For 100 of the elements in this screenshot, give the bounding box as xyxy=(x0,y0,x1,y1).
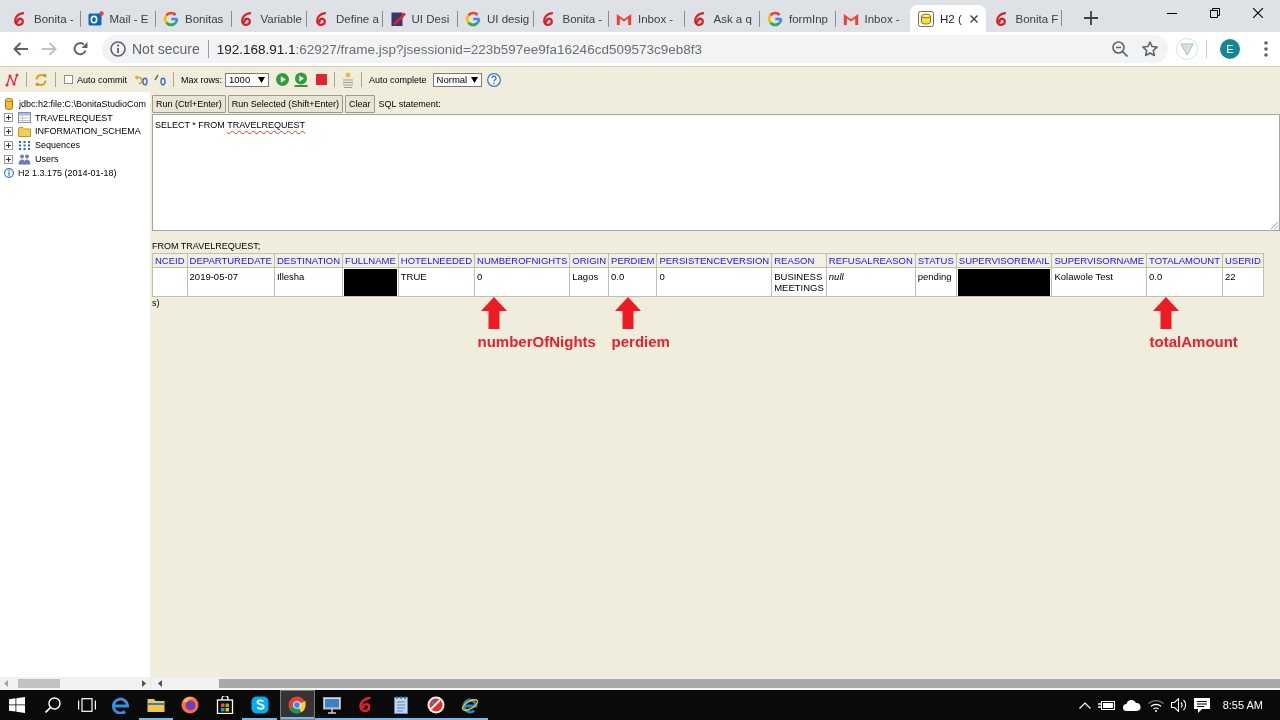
browser-tab[interactable]: UI Desi xyxy=(381,5,457,32)
column-header[interactable]: DEPARTUREDATE xyxy=(187,253,275,268)
clock-text[interactable]: 8:55 AM xyxy=(1222,699,1263,711)
windows-logo-icon[interactable] xyxy=(9,697,25,713)
expand-icon[interactable] xyxy=(4,113,13,123)
battery-icon[interactable] xyxy=(1097,699,1116,711)
search-icon[interactable] xyxy=(45,697,61,713)
up-arrow-icon xyxy=(1152,297,1179,329)
notification-icon[interactable] xyxy=(1193,697,1210,713)
column-header[interactable]: NUMBEROFNIGHTS xyxy=(474,253,570,268)
help-icon[interactable] xyxy=(487,72,502,87)
circle-logo-icon xyxy=(288,696,307,714)
palette-icon xyxy=(426,696,445,714)
address-field[interactable]: Not secure 192.168.91.1:62927/frame.jsp?jsessionid=223b597ee9fa16246cd509573c9eb8f3 xyxy=(102,35,1168,63)
browser-tab[interactable]: Define a xyxy=(306,5,382,32)
browser-tab[interactable]: Ask a q xyxy=(683,5,759,32)
browser-tab[interactable]: Variable xyxy=(230,5,306,32)
browser-tab[interactable]: Inbox - xyxy=(834,5,910,32)
sql-button[interactable]: Run (Ctrl+Enter) xyxy=(152,95,226,113)
resize-grip-icon[interactable] xyxy=(1270,221,1278,229)
browser-tab[interactable]: Inbox - xyxy=(608,5,684,32)
auto-complete-select[interactable]: Normal xyxy=(432,72,483,87)
column-header[interactable]: USERID xyxy=(1222,253,1264,268)
browser-tab[interactable]: Bonita F xyxy=(985,5,1061,32)
volume-icon[interactable] xyxy=(1170,698,1187,712)
curved-arrow-icon[interactable] xyxy=(134,73,148,86)
column-header[interactable]: HOTELNEEDED xyxy=(398,253,475,268)
cloud-icon[interactable] xyxy=(1122,699,1141,711)
ring-logo-icon xyxy=(767,10,783,27)
back-icon[interactable] xyxy=(12,41,28,57)
annotation-label: totalAmount xyxy=(1149,336,1238,347)
browser-tab[interactable]: Bonita - xyxy=(4,5,80,32)
browser-tab[interactable]: H2 ( xyxy=(910,5,986,32)
browser-tab[interactable]: UI desig xyxy=(457,5,533,32)
column-header[interactable]: PERDIEM xyxy=(608,253,657,268)
pencil-icon[interactable] xyxy=(154,73,166,86)
column-header[interactable]: SUPERVISOREMAIL xyxy=(956,253,1052,268)
horizontal-scrollbar[interactable] xyxy=(152,677,1280,690)
tree-item[interactable]: Users xyxy=(0,152,150,166)
sql-button[interactable]: Run Selected (Shift+Enter) xyxy=(227,95,344,113)
column-header[interactable]: ORIGIN xyxy=(569,253,609,268)
column-header[interactable]: REASON xyxy=(771,253,827,268)
column-header[interactable]: FULLNAME xyxy=(342,253,399,268)
notepad-icon xyxy=(392,696,411,714)
version-text: H2 1.3.175 (2014-01-18) xyxy=(18,167,117,178)
max-rows-label: Max rows: xyxy=(181,74,223,85)
browser-tab[interactable]: Bonitas xyxy=(155,5,231,32)
table-cell: null xyxy=(826,267,916,297)
table-cell xyxy=(152,267,188,297)
sql-statement-label: SQL statement: xyxy=(378,99,441,109)
horizontal-scrollbar[interactable] xyxy=(0,677,150,690)
browser-tab[interactable]: Bonita - xyxy=(532,5,608,32)
table-cell: 0 xyxy=(474,267,570,297)
network-nodes-icon[interactable] xyxy=(5,72,19,87)
column-header[interactable]: DESTINATION xyxy=(274,253,343,268)
column-header[interactable]: NCEID xyxy=(152,253,188,268)
scroll-right-icon[interactable] xyxy=(142,680,146,687)
restore-icon[interactable] xyxy=(1210,8,1220,18)
column-header[interactable]: PERSISTENCEVERSION xyxy=(656,253,772,268)
info-icon[interactable] xyxy=(110,41,126,57)
security-label[interactable]: Not secure xyxy=(132,41,200,57)
connection-item[interactable]: jdbc:h2:file:C:\BonitaStudioCom xyxy=(0,97,150,111)
auto-commit-checkbox[interactable] xyxy=(64,75,73,84)
expand-icon[interactable] xyxy=(4,127,13,136)
browser-tab[interactable]: formInp xyxy=(759,5,835,32)
column-header[interactable]: SUPERVISORNAME xyxy=(1051,253,1147,268)
max-rows-select[interactable]: 1000 xyxy=(225,72,270,87)
reload-icon[interactable] xyxy=(72,41,88,57)
task-view-icon[interactable] xyxy=(78,698,96,712)
tree-item[interactable]: Sequences xyxy=(0,138,150,153)
zoom-out-icon[interactable] xyxy=(1112,41,1128,57)
taskbar-button[interactable] xyxy=(279,690,315,720)
square-logo-icon xyxy=(87,10,104,27)
tree-item[interactable]: TRAVELREQUEST xyxy=(0,110,150,125)
wifi-icon[interactable] xyxy=(1147,698,1164,712)
browser-tab[interactable]: Mail - E xyxy=(79,5,155,32)
play-underlined-icon[interactable] xyxy=(294,72,309,87)
profile-avatar[interactable]: E xyxy=(1220,39,1240,59)
folder-icon xyxy=(18,126,31,137)
s-logo-icon xyxy=(250,696,269,714)
minimize-icon[interactable] xyxy=(1167,12,1177,14)
chevron-up-icon[interactable] xyxy=(1078,701,1091,709)
column-header[interactable]: STATUS xyxy=(915,253,957,268)
column-header[interactable]: TOTALAMOUNT xyxy=(1146,253,1223,268)
scrollbar-thumb[interactable] xyxy=(18,679,60,688)
close-icon[interactable] xyxy=(969,14,978,23)
new-tab-icon[interactable] xyxy=(1084,11,1098,25)
sql-editor[interactable]: SELECT * FROM TRAVELREQUEST xyxy=(152,114,1280,231)
scrollbar-thumb[interactable] xyxy=(219,679,1280,688)
expand-icon[interactable] xyxy=(4,140,13,150)
more-menu-icon[interactable] xyxy=(1264,41,1268,57)
close-icon[interactable] xyxy=(1253,8,1263,18)
scroll-left-icon[interactable] xyxy=(158,680,162,687)
column-header[interactable]: REFUSALREASON xyxy=(826,253,916,268)
stop-icon[interactable] xyxy=(316,74,328,85)
expand-icon[interactable] xyxy=(4,154,13,164)
sql-button[interactable]: Clear xyxy=(345,95,375,113)
tree-item[interactable]: INFORMATION_SCHEMA xyxy=(0,124,150,139)
play-icon[interactable] xyxy=(276,73,290,86)
star-icon[interactable] xyxy=(1142,41,1158,57)
